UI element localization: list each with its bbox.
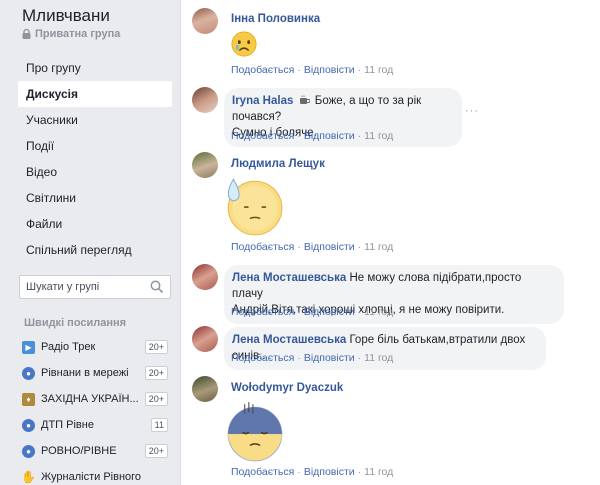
quick-link-rivnany[interactable]: ● Рівнани в мережі 20+ [22,360,172,386]
comment-actions: Подобається · Відповісти · 11 год [231,241,394,253]
quick-link-journalists[interactable]: ✋ Журналісти Рівного [21,464,172,485]
avatar[interactable] [192,326,218,352]
sad-tear-emoji [231,31,257,57]
like-link[interactable]: Подобається [231,352,294,364]
nav-item-members[interactable]: Учасники [18,107,172,133]
comment-actions: Подобається · Відповісти · 11 год [231,352,394,364]
avatar[interactable] [192,8,218,34]
comments-panel: Інна Половинка Подобається · Відповісти · 11… [181,0,600,485]
quick-link-zakhidna[interactable]: ♦ ЗАХІДНА УКРАЇН... 20+ [22,386,172,412]
quick-link-badge: 11 [150,418,168,432]
comment-actions: Подобається · Відповісти · 11 год [231,130,394,142]
search-icon[interactable] [150,280,164,294]
comment-time[interactable]: 11 год [364,306,393,318]
quick-link-label: РОВНО/РІВНЕ [41,445,117,457]
quick-links-list: ▶ Радіо Трек 20+ ● Рівнани в мережі 20+ … [21,334,172,485]
rock-hand-icon: ✋ [21,470,36,484]
comment-time[interactable]: 11 год [364,466,393,478]
comment-author[interactable]: Лена Мосташевська [232,334,346,346]
reply-link[interactable]: Відповісти [304,352,355,364]
group-privacy: Приватна група [22,28,120,40]
emblem-icon: ♦ [22,392,35,406]
reply-link[interactable]: Відповісти [304,64,355,76]
lock-icon [22,29,31,39]
quick-links-title: Швидкі посилання [24,317,127,329]
nav-item-discussion[interactable]: Дискусія [18,81,172,107]
comment-author[interactable]: Wołodymyr Dyaczuk [231,380,343,396]
comment-actions: Подобається · Відповісти · 11 год [231,306,394,318]
group-privacy-label: Приватна група [35,28,121,40]
reply-link[interactable]: Відповісти [304,130,355,142]
quick-link-label: Радіо Трек [41,341,96,353]
comment-actions: Подобається · Відповісти · 11 год [231,466,394,478]
group-icon: ● [22,418,35,432]
quick-link-badge: 20+ [144,444,168,458]
quick-link-label: Рівнани в мережі [41,367,129,379]
nav-item-files[interactable]: Файли [18,211,172,237]
quick-link-radio-trek[interactable]: ▶ Радіо Трек 20+ [22,334,172,360]
like-link[interactable]: Подобається [231,306,294,318]
avatar[interactable] [192,376,218,402]
left-sidebar: Мливчвани Приватна група Про групу Диску… [0,0,181,485]
coffee-icon [299,95,310,104]
quick-link-label: ЗАХІДНА УКРАЇН... [41,393,139,405]
nav-item-videos[interactable]: Відео [18,159,172,185]
group-icon: ● [22,444,35,458]
reply-link[interactable]: Відповісти [304,241,355,253]
gloom-emoji [227,402,283,462]
group-icon: ● [22,366,35,380]
comment-author[interactable]: Інна Половинка [231,11,320,27]
comment-time[interactable]: 11 год [364,352,393,364]
group-nav: Про групу Дискусія Учасники Події Відео … [18,55,172,263]
group-search [19,275,171,299]
nav-item-about[interactable]: Про групу [18,55,172,81]
like-link[interactable]: Подобається [231,130,294,142]
comment-actions: Подобається · Відповісти · 11 год [231,64,394,76]
quick-link-badge: 20+ [144,392,168,406]
avatar[interactable] [192,264,218,290]
quick-link-dtp-rivne[interactable]: ● ДТП Рівне 11 [22,412,172,438]
avatar[interactable] [192,87,218,113]
group-title[interactable]: Мливчвани [22,6,110,26]
comment-author[interactable]: Iryna Halas [232,95,293,107]
like-link[interactable]: Подобається [231,64,294,76]
play-icon: ▶ [22,340,35,354]
nav-item-photos[interactable]: Світлини [18,185,172,211]
comment-time[interactable]: 11 год [364,64,393,76]
reply-link[interactable]: Відповісти [304,306,355,318]
quick-link-rovno[interactable]: ● РОВНО/РІВНЕ 20+ [22,438,172,464]
more-options-icon[interactable]: ··· [465,105,479,117]
like-link[interactable]: Подобається [231,466,294,478]
quick-link-badge: 20+ [144,366,168,380]
comment-author[interactable]: Лена Мосташевська [232,272,346,284]
like-link[interactable]: Подобається [231,241,294,253]
comment-time[interactable]: 11 год [364,130,393,142]
reply-link[interactable]: Відповісти [304,466,355,478]
quick-link-label: Журналісти Рівного [41,471,142,483]
group-search-input[interactable] [20,281,146,293]
quick-link-badge: 20+ [144,340,168,354]
avatar[interactable] [192,152,218,178]
quick-link-label: ДТП Рівне [41,419,94,431]
comment-author[interactable]: Людмила Лещук [231,156,325,172]
sweat-emoji [227,178,283,236]
comment-time[interactable]: 11 год [364,241,393,253]
nav-item-watch-party[interactable]: Спільний перегляд [18,237,172,263]
nav-item-events[interactable]: Події [18,133,172,159]
